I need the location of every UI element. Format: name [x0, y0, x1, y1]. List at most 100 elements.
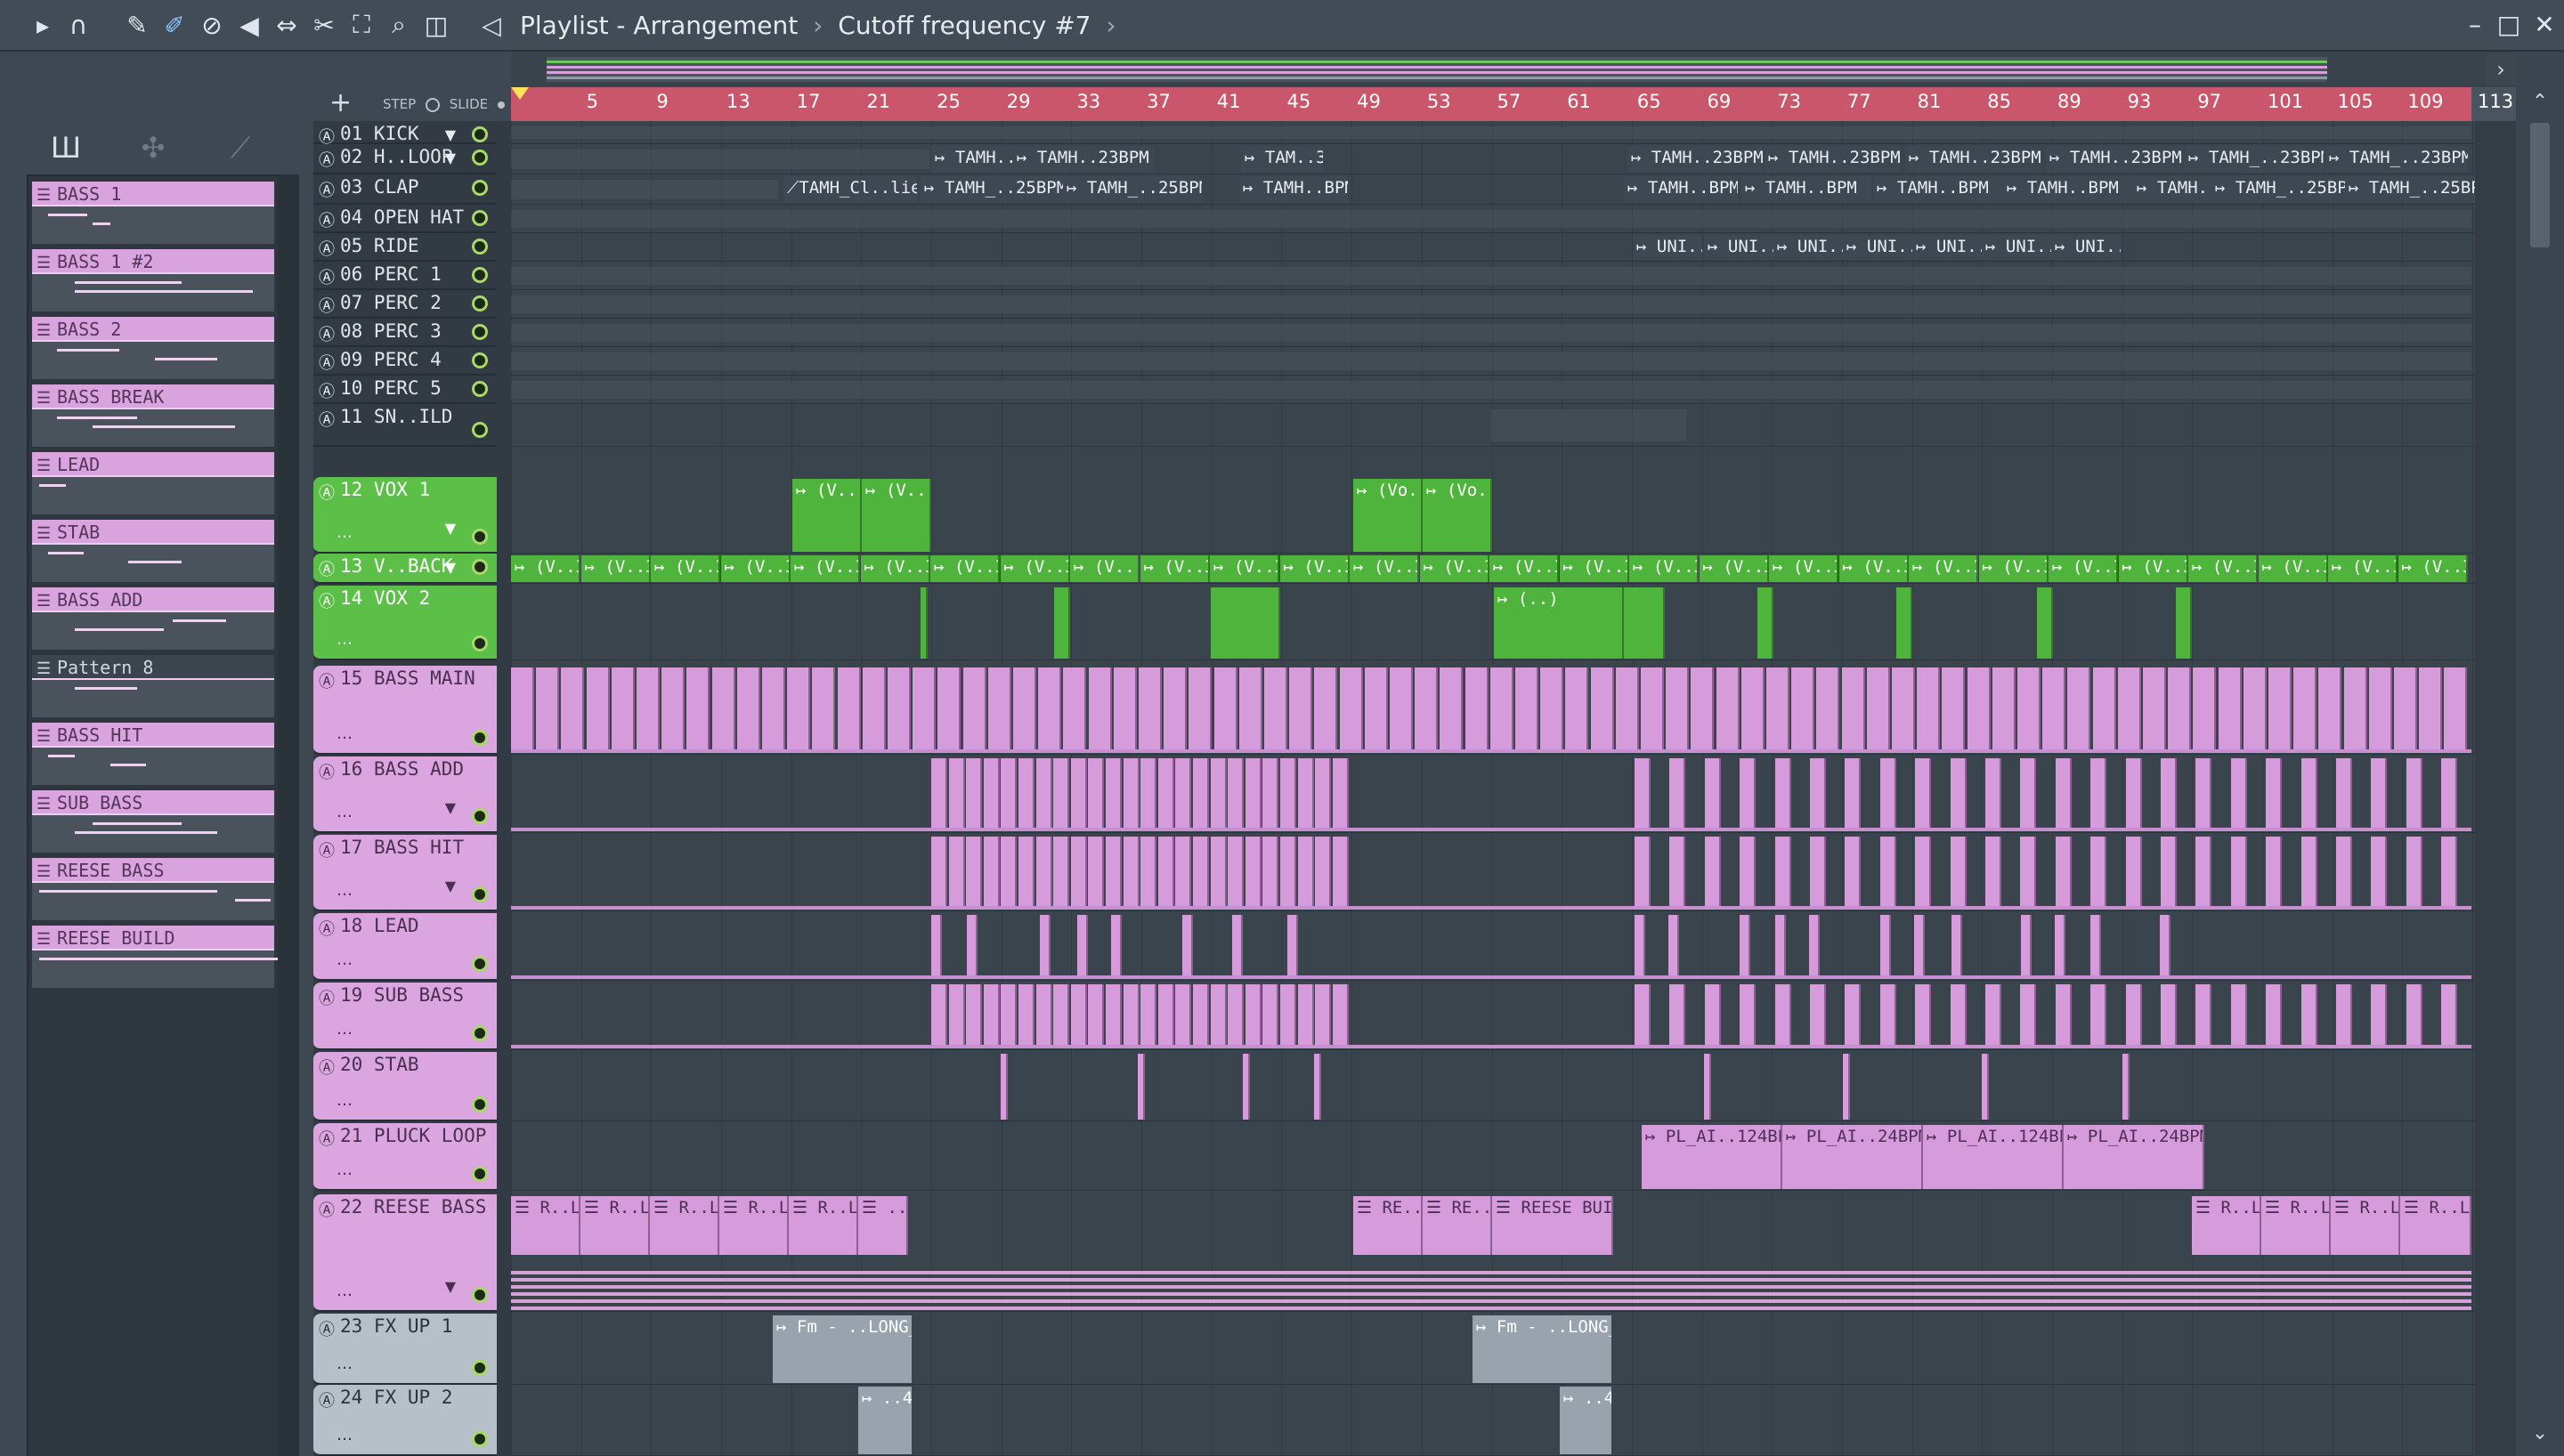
- playlist-clip[interactable]: [1088, 758, 1105, 831]
- playlist-clip[interactable]: ☰ REESE BUILD: [1492, 1196, 1613, 1255]
- playlist-clip[interactable]: ↦ ..4: [1560, 1387, 1611, 1454]
- playlist-clip[interactable]: [1540, 667, 1564, 753]
- playlist-clip[interactable]: [2055, 758, 2072, 831]
- playlist-clip[interactable]: [1917, 667, 1941, 753]
- playlist-clip[interactable]: [1243, 1054, 1250, 1120]
- ruler-bar-label[interactable]: 113: [2478, 91, 2513, 112]
- playlist-clip[interactable]: ↦ TAMH_..23BPM: [2325, 146, 2468, 173]
- playlist-clip[interactable]: [686, 667, 710, 753]
- playlist-clip[interactable]: [1063, 667, 1087, 753]
- playlist-clip[interactable]: [1189, 667, 1213, 753]
- track-header[interactable]: Ⓐ 24 FX UP 2…: [313, 1385, 497, 1456]
- track-led-icon[interactable]: [472, 730, 488, 746]
- playlist-clip[interactable]: [1157, 758, 1174, 831]
- playlist-clip[interactable]: [1766, 667, 1789, 753]
- mute-toggle-icon[interactable]: Ⓐ: [319, 986, 335, 1009]
- track-led-icon[interactable]: [472, 956, 488, 972]
- track-header[interactable]: Ⓐ 10 PERC 5: [313, 376, 497, 404]
- playlist-clip[interactable]: [1740, 984, 1757, 1048]
- playlist-clip[interactable]: ↦ (V..3: [2049, 555, 2118, 582]
- mute-toggle-icon[interactable]: Ⓐ: [319, 838, 335, 861]
- playlist-clip[interactable]: [1992, 667, 2016, 753]
- playlist-clip[interactable]: [2368, 667, 2392, 753]
- pattern-item[interactable]: ☰ STAB: [32, 520, 274, 582]
- playlist-clip[interactable]: [1942, 667, 1966, 753]
- close-icon[interactable]: ✕: [2528, 9, 2560, 41]
- playlist-clip[interactable]: [1175, 758, 1192, 831]
- playlist-clip[interactable]: [1845, 984, 1862, 1048]
- playlist-clip[interactable]: ☰ R..LD: [2192, 1196, 2261, 1255]
- playlist-clip[interactable]: [2441, 984, 2458, 1048]
- playlist-clip[interactable]: ↦ (V..3: [1838, 555, 1909, 582]
- playlist-clip[interactable]: [1950, 758, 1967, 831]
- scroll-right-icon[interactable]: ›: [2486, 53, 2516, 85]
- playlist-clip[interactable]: [1018, 837, 1035, 910]
- minimize-icon[interactable]: –: [2459, 9, 2491, 41]
- mute-toggle-icon[interactable]: Ⓐ: [319, 760, 335, 783]
- playlist-clip[interactable]: [1193, 984, 1209, 1048]
- ruler-bar-label[interactable]: 81: [1918, 91, 1942, 112]
- playlist-clip[interactable]: [1775, 915, 1786, 979]
- playlist-clip[interactable]: [1070, 837, 1087, 910]
- playlist-clip[interactable]: [1175, 837, 1192, 910]
- track-led-icon[interactable]: [472, 808, 488, 824]
- mute-toggle-icon[interactable]: Ⓐ: [319, 237, 335, 260]
- playlist-clip[interactable]: ☰ R..LD: [2400, 1196, 2471, 1255]
- playlist-clip[interactable]: [1615, 667, 1639, 753]
- playlist-clip[interactable]: [1515, 667, 1538, 753]
- playlist-clip[interactable]: [2371, 837, 2388, 910]
- playlist-clip[interactable]: [2021, 915, 2032, 979]
- playlist-clip[interactable]: [2143, 667, 2166, 753]
- playlist-clip[interactable]: ↦ TAMH_..25BPM: [1063, 176, 1202, 203]
- playlist-clip[interactable]: [1364, 667, 1388, 753]
- ruler-bar-label[interactable]: 65: [1637, 91, 1661, 112]
- playlist-clip[interactable]: [2117, 667, 2141, 753]
- playlist-clip[interactable]: [1238, 667, 1262, 753]
- ruler-bar-label[interactable]: 25: [937, 91, 961, 112]
- playlist-clip[interactable]: [2293, 667, 2317, 753]
- pattern-item[interactable]: ☰ REESE BUILD: [32, 926, 281, 988]
- ruler-bar-label[interactable]: 53: [1427, 91, 1451, 112]
- playlist-clip[interactable]: [1139, 667, 1162, 753]
- playlist-clip[interactable]: [937, 667, 961, 753]
- playlist-clip[interactable]: [1038, 667, 1062, 753]
- playlist-clip[interactable]: [1280, 837, 1296, 910]
- playlist-clip[interactable]: [862, 667, 886, 753]
- mute-toggle-icon[interactable]: Ⓐ: [319, 379, 335, 402]
- playlist-clip[interactable]: [2230, 984, 2247, 1048]
- track-header[interactable]: Ⓐ 23 FX UP 1…: [313, 1314, 497, 1385]
- playlist-clip[interactable]: [1088, 667, 1112, 753]
- playlist-clip[interactable]: [1740, 915, 1750, 979]
- playlist-clip[interactable]: [561, 667, 585, 753]
- zoom-icon[interactable]: ⌕: [381, 7, 417, 43]
- playlist-clip[interactable]: [2161, 837, 2177, 910]
- playlist-clip[interactable]: [1624, 587, 1665, 659]
- playlist-clip[interactable]: [1810, 984, 1826, 1048]
- playlist-clip[interactable]: [888, 667, 911, 753]
- track-led-icon[interactable]: [472, 352, 488, 368]
- ruler-bar-label[interactable]: 17: [797, 91, 821, 112]
- playlist-clip[interactable]: [1914, 915, 1925, 979]
- mute-toggle-icon[interactable]: Ⓐ: [319, 322, 335, 345]
- playlist-clip[interactable]: ↦ (V..3: [1350, 555, 1419, 582]
- playlist-clip[interactable]: [987, 667, 1011, 753]
- playlist-clip[interactable]: [2406, 837, 2422, 910]
- pattern-item[interactable]: ☰ BASS 1: [32, 182, 274, 244]
- playlist-clip[interactable]: ↦ (V..3: [580, 555, 651, 582]
- playlist-clip[interactable]: [921, 587, 928, 659]
- mute-toggle-icon[interactable]: Ⓐ: [319, 178, 335, 201]
- pattern-label[interactable]: ☰ REESE BASS: [32, 858, 274, 883]
- slide-toggle-icon[interactable]: [497, 101, 505, 109]
- track-dropdown-icon[interactable]: ▼: [445, 1278, 456, 1295]
- track-header[interactable]: Ⓐ 01 KICK ▼: [313, 121, 497, 147]
- track-header[interactable]: Ⓐ 05 RIDE: [313, 233, 497, 262]
- track-menu-icon[interactable]: …: [337, 950, 353, 969]
- playlist-clip[interactable]: ↦ UNI..: [1982, 235, 2051, 260]
- playlist-clip[interactable]: [2160, 915, 2170, 979]
- playlist-clip[interactable]: [1035, 984, 1052, 1048]
- playlist-clip[interactable]: [1164, 667, 1188, 753]
- playlist-clip[interactable]: ↦ TAMH_..25BPM: [2211, 176, 2345, 203]
- playlist-clip[interactable]: [1210, 984, 1227, 1048]
- playlist-clip[interactable]: [1001, 758, 1018, 831]
- playlist-clip[interactable]: [1070, 758, 1087, 831]
